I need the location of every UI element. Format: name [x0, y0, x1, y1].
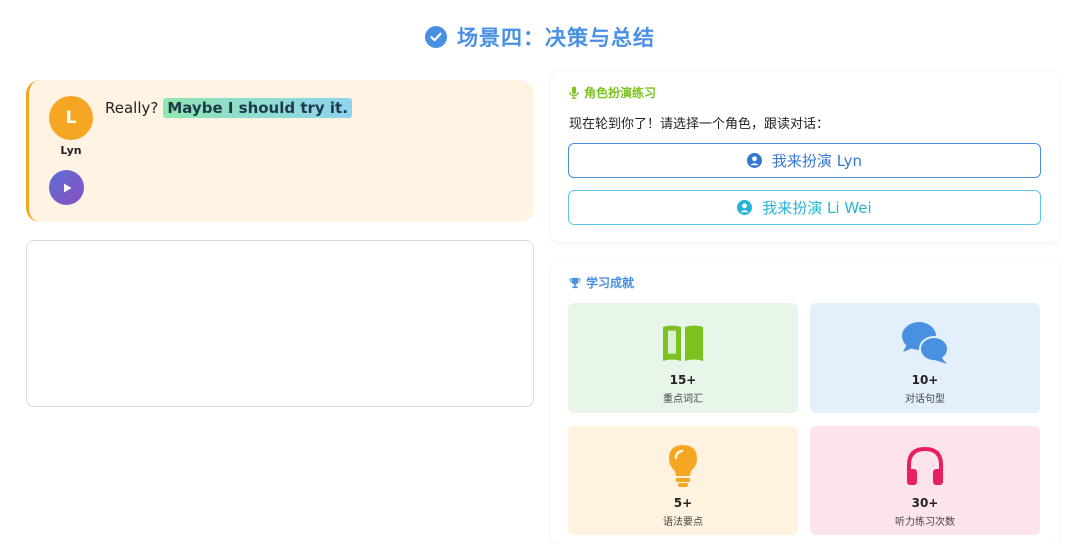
avatar: L	[49, 96, 93, 140]
dialogue-line: Really? Maybe I should try it.	[105, 98, 352, 118]
play-icon	[63, 183, 71, 192]
dialogue-text: Really?	[105, 99, 159, 117]
page-title-text: 场景四：决策与总结	[457, 26, 655, 50]
stat-label: 对话句型	[905, 394, 945, 405]
speaker-name: Lyn	[60, 144, 82, 157]
stat-card-vocabulary: 15+ 重点词汇	[568, 303, 798, 413]
content-panel	[26, 240, 534, 407]
roleplay-panel: 角色扮演练习 现在轮到你了！请选择一个角色，跟读对话： 我来扮演 Lyn 我来扮…	[551, 72, 1059, 242]
roleplay-heading-text: 角色扮演练习	[584, 86, 657, 100]
book-icon	[663, 325, 703, 361]
page-title: 场景四：决策与总结	[0, 22, 1080, 52]
role-liwei-button[interactable]: 我来扮演 Li Wei	[568, 190, 1041, 225]
user-circle-icon	[746, 153, 762, 168]
stat-value: 30+	[911, 496, 939, 510]
stat-card-sentence-patterns: 10+ 对话句型	[810, 303, 1040, 413]
check-circle-icon	[425, 26, 447, 48]
lightbulb-icon	[669, 445, 697, 487]
user-circle-icon	[737, 200, 753, 215]
roleplay-heading: 角色扮演练习	[569, 84, 656, 101]
role-lyn-label: 我来扮演 Lyn	[771, 152, 863, 170]
microphone-icon	[569, 86, 579, 99]
stat-label: 重点词汇	[663, 394, 703, 405]
stat-label: 语法要点	[663, 517, 703, 528]
roleplay-prompt: 现在轮到你了！请选择一个角色，跟读对话：	[569, 117, 830, 132]
stat-card-grammar: 5+ 语法要点	[568, 426, 798, 535]
stat-card-listening: 30+ 听力练习次数	[810, 426, 1040, 535]
dialogue-highlight: Maybe I should try it.	[163, 98, 352, 118]
dialogue-card: L Lyn Really? Maybe I should try it.	[26, 80, 534, 222]
stat-value: 15+	[669, 373, 697, 387]
stat-value: 10+	[911, 373, 939, 387]
achievements-panel: 学习成就 15+ 重点词汇 10+ 对话句型 5+ 语法要点 30+ 听力练习次…	[551, 262, 1059, 544]
achievements-heading: 学习成就	[569, 274, 634, 291]
role-lyn-button[interactable]: 我来扮演 Lyn	[568, 143, 1041, 178]
stat-label: 听力练习次数	[895, 517, 955, 528]
role-liwei-label: 我来扮演 Li Wei	[762, 199, 872, 217]
headphones-icon	[907, 446, 943, 485]
trophy-icon	[569, 277, 581, 288]
achievements-heading-text: 学习成就	[586, 276, 635, 290]
comments-icon	[902, 322, 949, 364]
stat-value: 5+	[673, 496, 693, 510]
play-audio-button[interactable]	[49, 170, 84, 205]
